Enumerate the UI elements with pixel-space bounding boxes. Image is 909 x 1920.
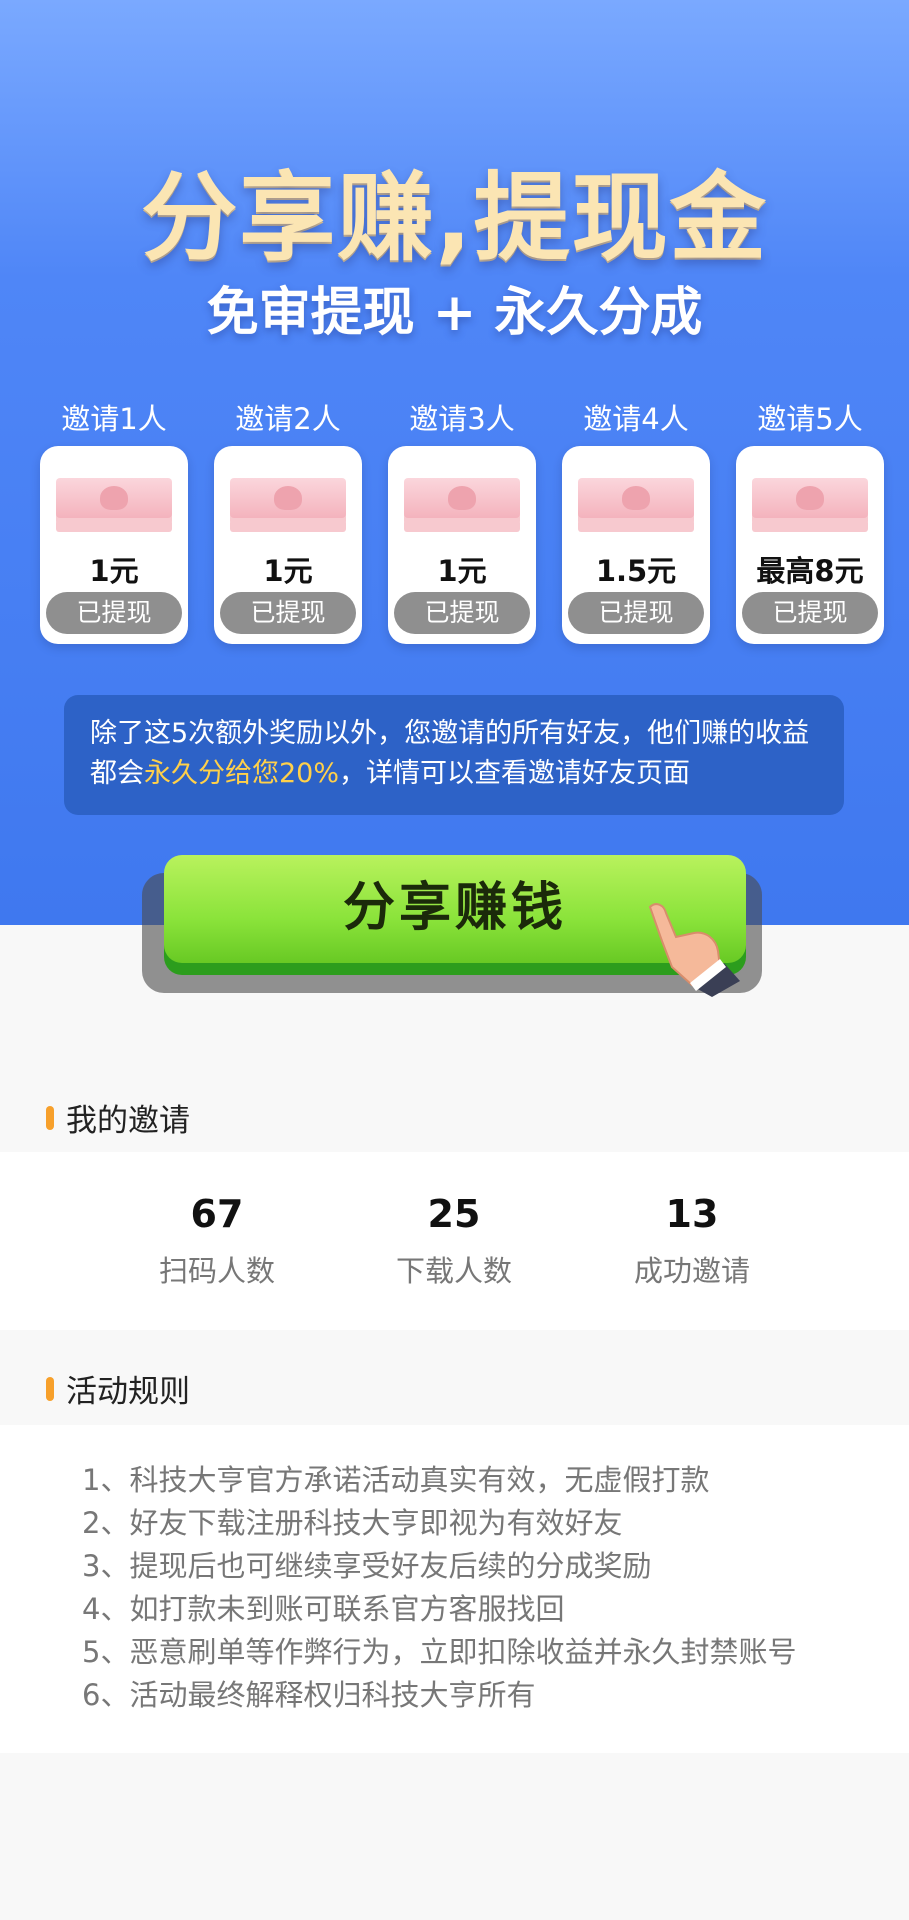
stat-downloads: 25 下载人数 [354,1192,554,1290]
tier-status-badge: 已提现 [220,592,356,634]
money-stack-icon [230,478,346,532]
share-earn-button-wrap: 分享赚钱 [142,855,762,997]
tier-amount: 1元 [437,554,487,588]
tier-label: 邀请1人 [61,402,167,436]
invite-stats: 67 扫码人数 25 下载人数 13 成功邀请 [0,1152,909,1330]
tier-status-badge: 已提现 [742,592,878,634]
pointing-hand-icon [648,903,740,997]
tier-status-badge: 已提现 [394,592,530,634]
section-marker-icon [46,1376,54,1401]
money-stack-icon [56,478,172,532]
my-invites-title: 我的邀请 [46,1095,190,1140]
tier-amount: 1元 [89,554,139,588]
tier-1: 邀请1人 1元 已提现 [40,398,188,644]
tier-4: 邀请4人 1.5元 已提现 [562,398,710,644]
rules-list: 1、科技大亨官方承诺活动真实有效，无虚假打款 2、好友下载注册科技大亨即视为有效… [0,1425,909,1753]
rule-item: 5、恶意刷单等作弊行为，立即扣除收益并永久封禁账号 [82,1635,797,1669]
section-marker-icon [46,1105,54,1130]
tier-status-badge: 已提现 [568,592,704,634]
rules-title: 活动规则 [46,1366,190,1411]
money-stack-icon [752,478,868,532]
tier-label: 邀请2人 [235,402,341,436]
rule-item: 6、活动最终解释权归科技大亨所有 [82,1678,536,1712]
money-stack-icon [404,478,520,532]
tier-amount: 最高8元 [756,554,864,588]
stat-label: 扫码人数 [158,1254,275,1288]
rule-item: 2、好友下载注册科技大亨即视为有效好友 [82,1506,623,1540]
tier-amount: 1元 [263,554,313,588]
tier-status-badge: 已提现 [46,592,182,634]
tier-label: 邀请4人 [583,402,689,436]
headline: 分享赚,提现金 [141,162,768,274]
rule-item: 3、提现后也可继续享受好友后续的分成奖励 [82,1549,652,1583]
stat-scans: 67 扫码人数 [117,1192,317,1290]
tier-card: 1元 已提现 [40,446,188,644]
stat-value: 25 [427,1192,481,1236]
rule-item: 4、如打款未到账可联系官方客服找回 [82,1592,565,1626]
tier-label: 邀请5人 [757,402,863,436]
tier-amount: 1.5元 [595,554,677,588]
stat-label: 成功邀请 [633,1254,750,1288]
tier-card: 1元 已提现 [214,446,362,644]
tier-5: 邀请5人 最高8元 已提现 [736,398,884,644]
subheadline: 免审提现 + 永久分成 [206,283,703,343]
tier-card: 最高8元 已提现 [736,446,884,644]
tier-card: 1元 已提现 [388,446,536,644]
stat-successful: 13 成功邀请 [592,1192,792,1290]
stat-value: 13 [665,1192,719,1236]
reward-tiers: 邀请1人 1元 已提现 邀请2人 1元 已提现 邀请3人 1元 已提现 邀请4人… [40,398,884,644]
note-highlight: 永久分给您20% [144,758,340,789]
stat-value: 67 [190,1192,244,1236]
rule-item: 1、科技大亨官方承诺活动真实有效，无虚假打款 [82,1463,710,1497]
tier-card: 1.5元 已提现 [562,446,710,644]
bonus-note: 除了这5次额外奖励以外，您邀请的所有好友，他们赚的收益都会永久分给您20%，详情… [64,695,844,815]
note-text-end: ，详情可以查看邀请好友页面 [339,758,691,789]
tier-2: 邀请2人 1元 已提现 [214,398,362,644]
tier-label: 邀请3人 [409,402,515,436]
hero-banner: 分享赚,提现金 免审提现 + 永久分成 邀请1人 1元 已提现 邀请2人 1元 [0,0,909,925]
stat-label: 下载人数 [395,1254,512,1288]
tier-3: 邀请3人 1元 已提现 [388,398,536,644]
money-stack-icon [578,478,694,532]
